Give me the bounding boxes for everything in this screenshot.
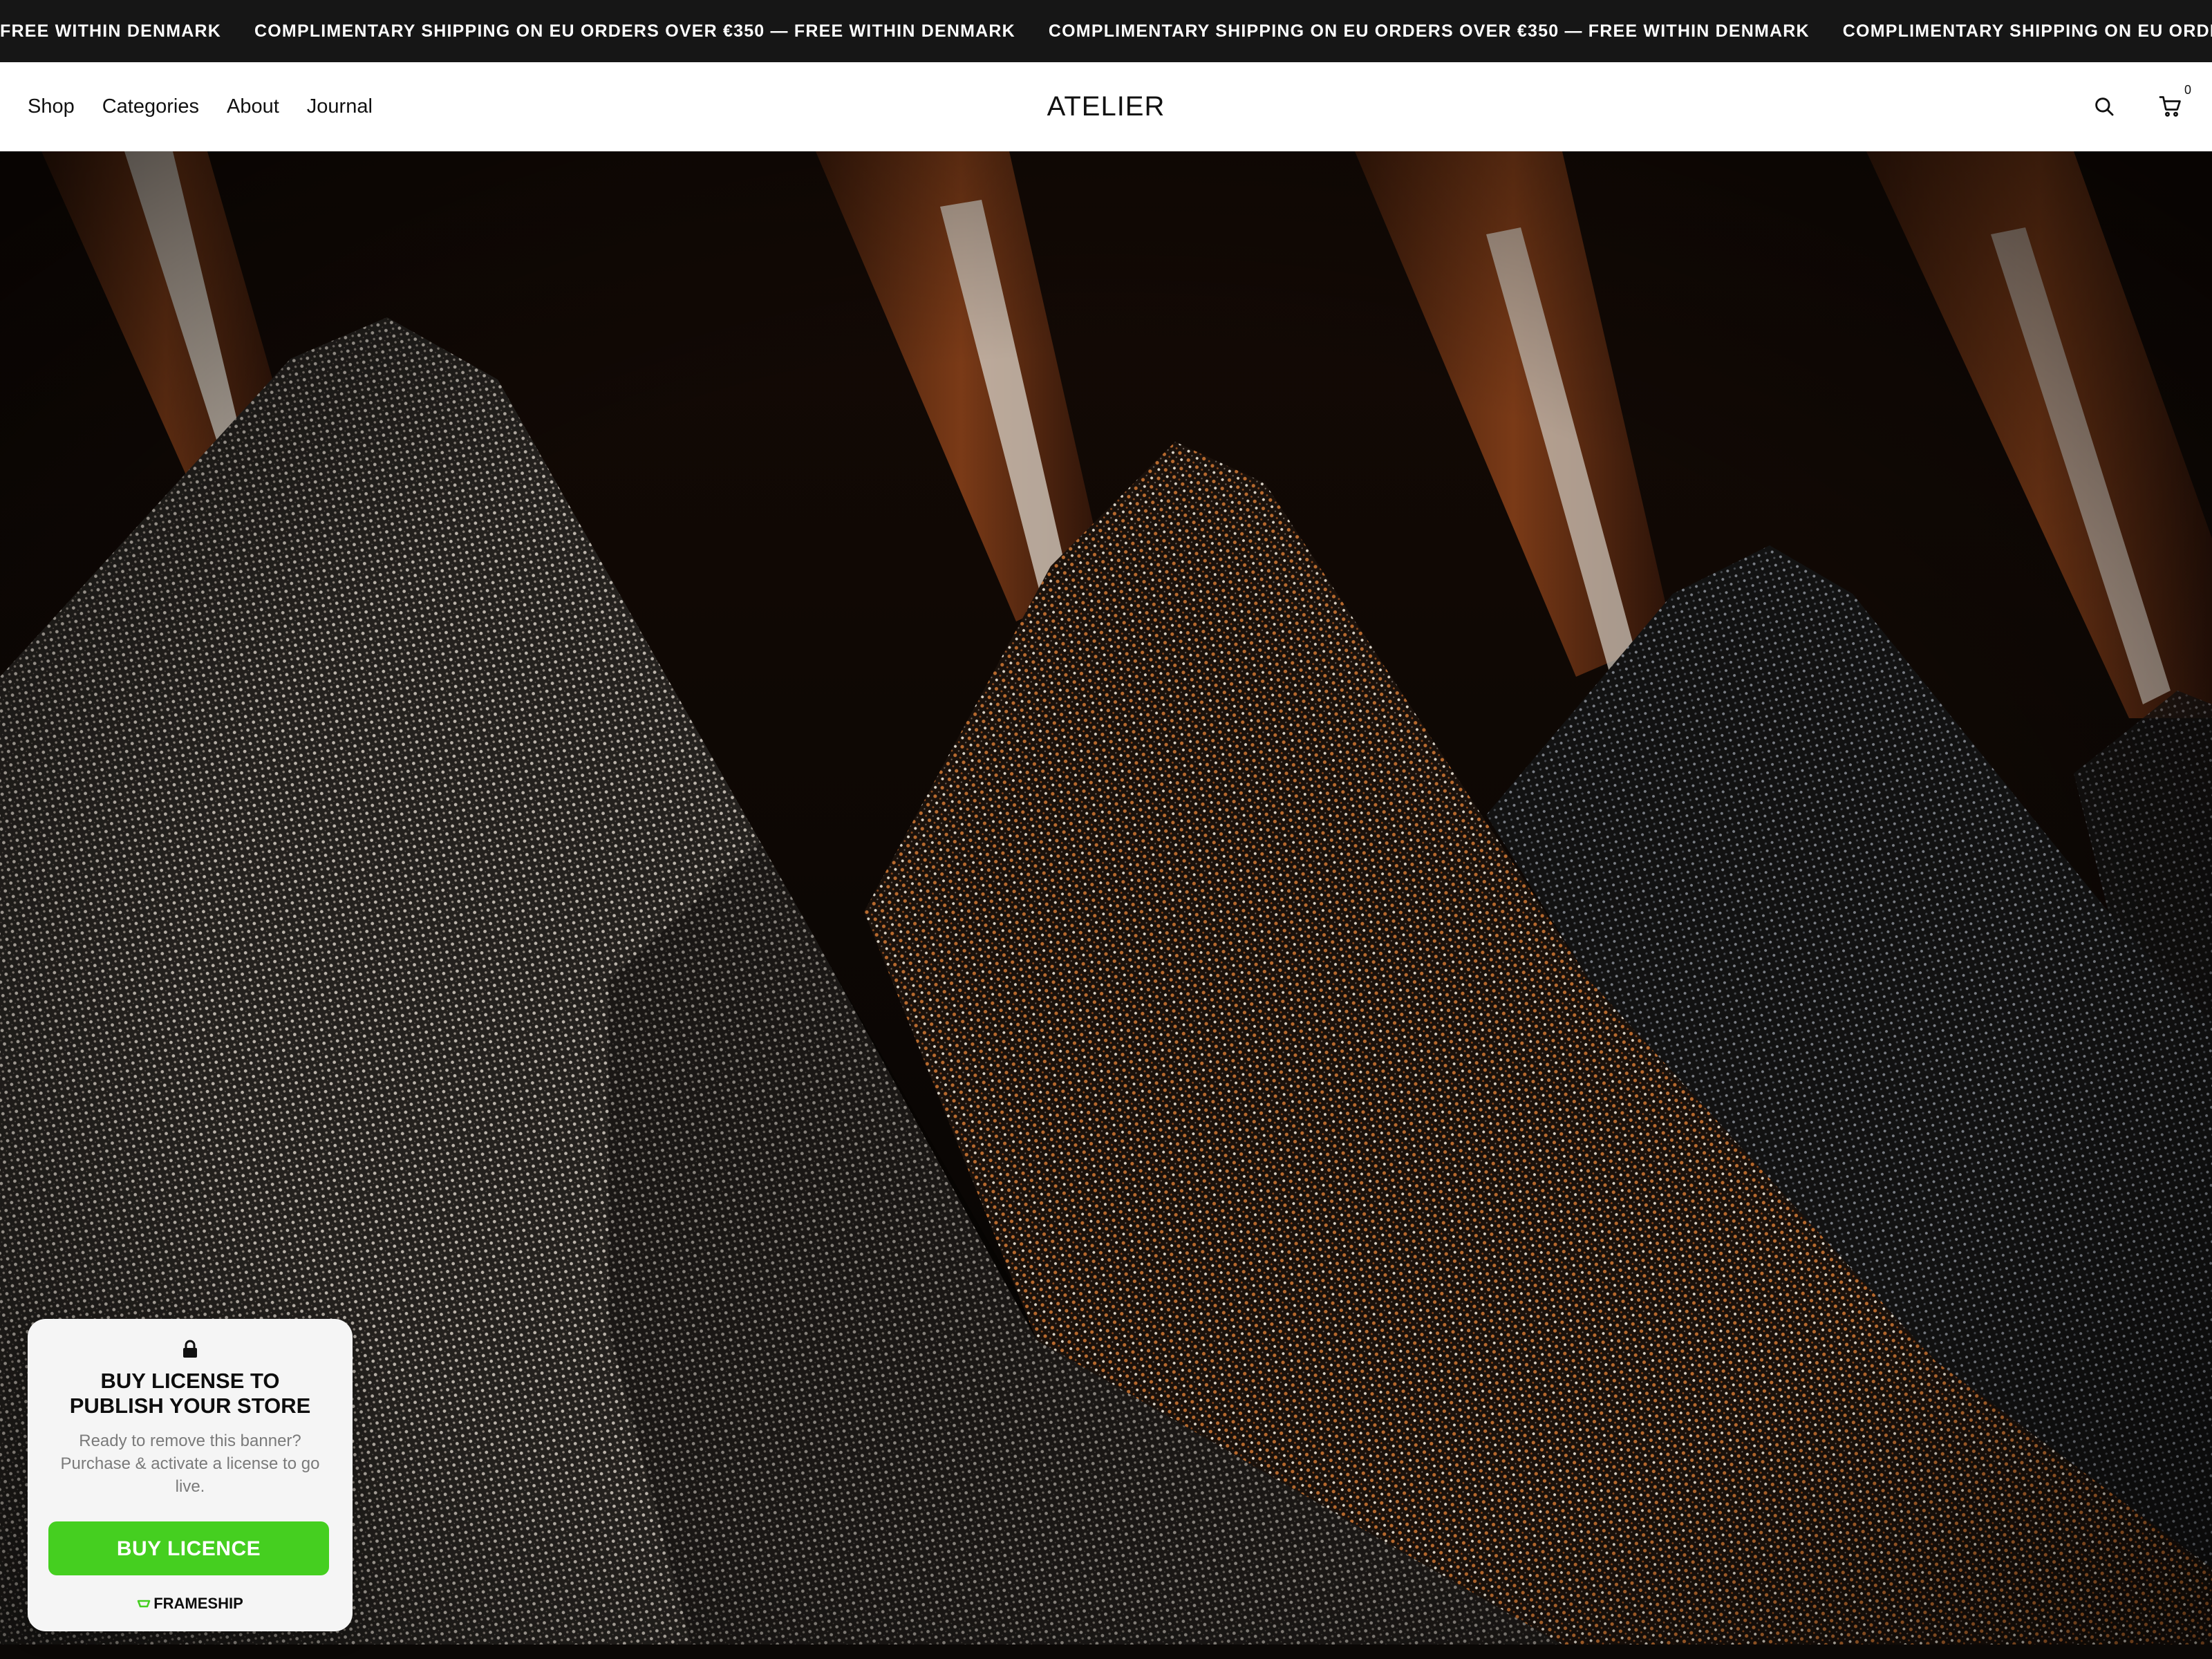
licence-description: Ready to remove this banner? Purchase & … — [60, 1432, 320, 1496]
header-actions: 0 — [2090, 62, 2191, 151]
lock-icon — [183, 1340, 197, 1358]
announcement-text: COMPLIMENTARY SHIPPING ON EU ORDERS OVER… — [254, 21, 1015, 41]
licence-banner: BUY LICENSE TO PUBLISH YOUR STORE Ready … — [28, 1319, 353, 1631]
nav-about[interactable]: About — [227, 95, 279, 118]
frameship-brand[interactable]: FRAMESHIP — [48, 1595, 332, 1613]
licence-title: BUY LICENSE TO PUBLISH YOUR STORE — [69, 1369, 311, 1418]
nav-categories[interactable]: Categories — [102, 95, 199, 118]
announcement-text: FREE WITHIN DENMARK — [0, 21, 222, 41]
buy-licence-button[interactable]: BUY LICENCE — [48, 1521, 329, 1575]
search-button[interactable] — [2090, 93, 2118, 120]
frameship-logo-icon — [137, 1600, 151, 1608]
cart-count-badge: 0 — [2184, 83, 2191, 97]
frameship-label: FRAMESHIP — [153, 1595, 243, 1612]
nav-journal[interactable]: Journal — [307, 95, 373, 118]
announcement-bar: FREE WITHIN DENMARK COMPLIMENTARY SHIPPI… — [0, 0, 2212, 62]
announcement-text: COMPLIMENTARY SHIPPING ON EU ORDERS OVER… — [1048, 21, 1810, 41]
cart-icon — [2159, 96, 2181, 117]
search-icon — [2095, 97, 2114, 116]
site-header: Shop Categories About Journal ATELIER 0 — [0, 62, 2212, 151]
cart-button[interactable]: 0 — [2157, 83, 2191, 120]
main-nav: Shop Categories About Journal — [28, 62, 373, 151]
announcement-text: COMPLIMENTARY SHIPPING ON EU ORDERS OVER… — [1842, 21, 2212, 41]
announcement-track: FREE WITHIN DENMARK COMPLIMENTARY SHIPPI… — [0, 0, 2212, 62]
nav-shop[interactable]: Shop — [28, 95, 75, 118]
